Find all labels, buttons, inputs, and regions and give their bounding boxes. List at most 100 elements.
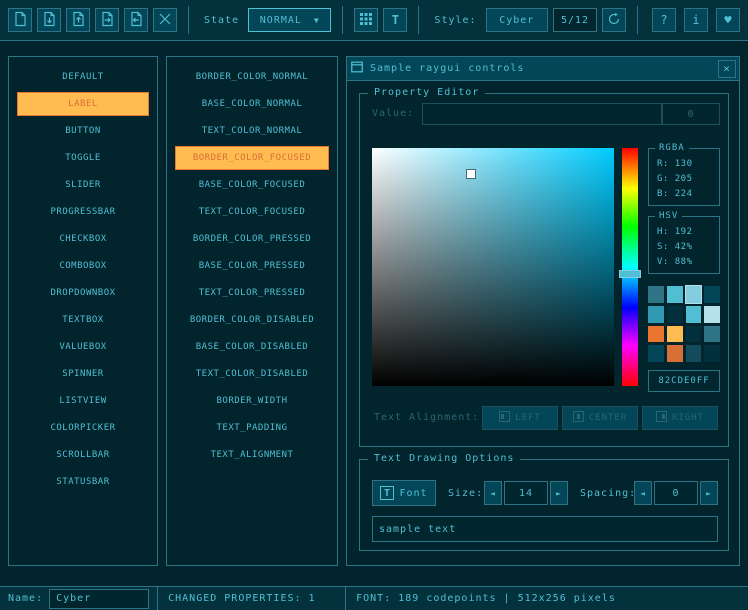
property-list-item[interactable]: BORDER_COLOR_NORMAL (175, 65, 329, 89)
color-swatch[interactable] (704, 345, 720, 362)
property-list-item[interactable]: TEXT_PADDING (175, 416, 329, 440)
help-button[interactable]: ? (652, 8, 676, 32)
control-list-item[interactable]: TEXTBOX (17, 308, 149, 332)
style-name-input[interactable]: Cyber (49, 589, 149, 609)
property-list-item[interactable]: TEXT_COLOR_FOCUSED (175, 200, 329, 224)
font-atlas-button[interactable]: T (383, 8, 407, 32)
property-list-item[interactable]: BASE_COLOR_PRESSED (175, 254, 329, 278)
style-index-value: 5/12 (561, 15, 589, 26)
state-dropdown[interactable]: NORMAL ▼ (248, 8, 331, 32)
toolbar-separator (637, 6, 638, 34)
color-swatch[interactable] (686, 306, 702, 323)
color-picker-area[interactable] (372, 148, 614, 386)
color-swatch[interactable] (667, 326, 683, 343)
control-list-item[interactable]: DEFAULT (17, 65, 149, 89)
control-list-item[interactable]: LISTVIEW (17, 389, 149, 413)
value-number-box[interactable]: 0 (662, 103, 720, 125)
color-swatch[interactable] (667, 286, 683, 303)
window-titlebar[interactable]: Sample raygui controls × (347, 57, 739, 81)
control-list-item[interactable]: COLORPICKER (17, 416, 149, 440)
color-swatch[interactable] (667, 345, 683, 362)
load-style-button[interactable] (37, 8, 61, 32)
property-list-item[interactable]: BORDER_COLOR_PRESSED (175, 227, 329, 251)
color-swatch[interactable] (704, 306, 720, 323)
color-swatch[interactable] (704, 326, 720, 343)
control-list-item[interactable]: DROPDOWNBOX (17, 281, 149, 305)
new-file-button[interactable] (8, 8, 32, 32)
style-table-button[interactable] (354, 8, 378, 32)
align-left-icon (499, 411, 510, 425)
size-decrease-button[interactable]: ◄ (484, 481, 502, 505)
help-icon: ? (660, 13, 667, 27)
hsv-box: HSV H: 192 S: 42% V: 88% (648, 216, 720, 274)
hue-slider[interactable] (622, 148, 638, 386)
state-label: State (204, 15, 239, 26)
align-center-button[interactable]: CENTER (562, 406, 638, 430)
style-name-value: Cyber (56, 593, 91, 604)
hsv-s-value: S: 42% (649, 240, 719, 255)
toolbar-separator (188, 6, 189, 34)
value-number-text: 0 (687, 109, 694, 120)
random-style-button[interactable] (153, 8, 177, 32)
style-dropdown[interactable]: Cyber (486, 8, 548, 32)
control-list-item[interactable]: COMBOBOX (17, 254, 149, 278)
control-list-item[interactable]: SPINNER (17, 362, 149, 386)
style-dropdown-value: Cyber (499, 15, 534, 26)
size-increase-button[interactable]: ► (550, 481, 568, 505)
font-info-text: FONT: 189 codepoints | 512x256 pixels (356, 593, 616, 604)
hex-color-input[interactable]: 82CDE0FF (648, 370, 720, 392)
property-list-item[interactable]: BASE_COLOR_FOCUSED (175, 173, 329, 197)
spacing-label: Spacing: (580, 488, 636, 499)
file-save-icon (70, 11, 86, 30)
property-list-item[interactable]: BASE_COLOR_DISABLED (175, 335, 329, 359)
align-left-button[interactable]: LEFT (482, 406, 558, 430)
control-list-item[interactable]: STATUSBAR (17, 470, 149, 494)
control-list-item[interactable]: SLIDER (17, 173, 149, 197)
color-swatch[interactable] (704, 286, 720, 303)
property-list-item[interactable]: BORDER_WIDTH (175, 389, 329, 413)
hue-slider-handle[interactable] (619, 270, 641, 278)
sponsor-button[interactable]: ♥ (716, 8, 740, 32)
shuffle-icon (157, 11, 173, 30)
size-value-box[interactable]: 14 (504, 481, 548, 505)
font-button[interactable]: T Font (372, 480, 436, 506)
property-list-item[interactable]: BORDER_COLOR_FOCUSED (175, 146, 329, 170)
value-input[interactable] (422, 103, 662, 125)
color-swatch[interactable] (648, 286, 664, 303)
color-swatch[interactable] (648, 345, 664, 362)
control-list-item[interactable]: TOGGLE (17, 146, 149, 170)
import-font-button[interactable] (124, 8, 148, 32)
color-picker-cursor[interactable] (467, 170, 475, 178)
control-list-item[interactable]: SCROLLBAR (17, 443, 149, 467)
file-export-icon (99, 11, 115, 30)
align-right-button[interactable]: RIGHT (642, 406, 718, 430)
property-list-item[interactable]: TEXT_COLOR_PRESSED (175, 281, 329, 305)
control-list-item[interactable]: BUTTON (17, 119, 149, 143)
color-swatch[interactable] (686, 345, 702, 362)
spacing-value-box[interactable]: 0 (654, 481, 698, 505)
control-list-item[interactable]: PROGRESSBAR (17, 200, 149, 224)
save-style-button[interactable] (66, 8, 90, 32)
color-swatch[interactable] (648, 326, 664, 343)
spacing-increase-button[interactable]: ► (700, 481, 718, 505)
control-list-item[interactable]: LABEL (17, 92, 149, 116)
info-button[interactable]: i (684, 8, 708, 32)
window-title: Sample raygui controls (370, 63, 524, 74)
color-swatch[interactable] (686, 286, 702, 303)
spacing-decrease-button[interactable]: ◄ (634, 481, 652, 505)
color-swatch[interactable] (686, 326, 702, 343)
property-list-item[interactable]: BORDER_COLOR_DISABLED (175, 308, 329, 332)
color-swatch[interactable] (667, 306, 683, 323)
reload-style-button[interactable] (602, 8, 626, 32)
sample-text-input[interactable]: sample text (372, 516, 718, 542)
property-list-item[interactable]: TEXT_COLOR_DISABLED (175, 362, 329, 386)
property-list-item[interactable]: TEXT_COLOR_NORMAL (175, 119, 329, 143)
window-close-button[interactable]: × (718, 60, 736, 78)
property-list-item[interactable]: TEXT_ALIGNMENT (175, 443, 329, 467)
control-list-item[interactable]: VALUEBOX (17, 335, 149, 359)
property-list-item[interactable]: BASE_COLOR_NORMAL (175, 92, 329, 116)
control-list-item[interactable]: CHECKBOX (17, 227, 149, 251)
color-swatch[interactable] (648, 306, 664, 323)
export-style-button[interactable] (95, 8, 119, 32)
toolbar-right-group: ? i ♥ (631, 6, 740, 34)
